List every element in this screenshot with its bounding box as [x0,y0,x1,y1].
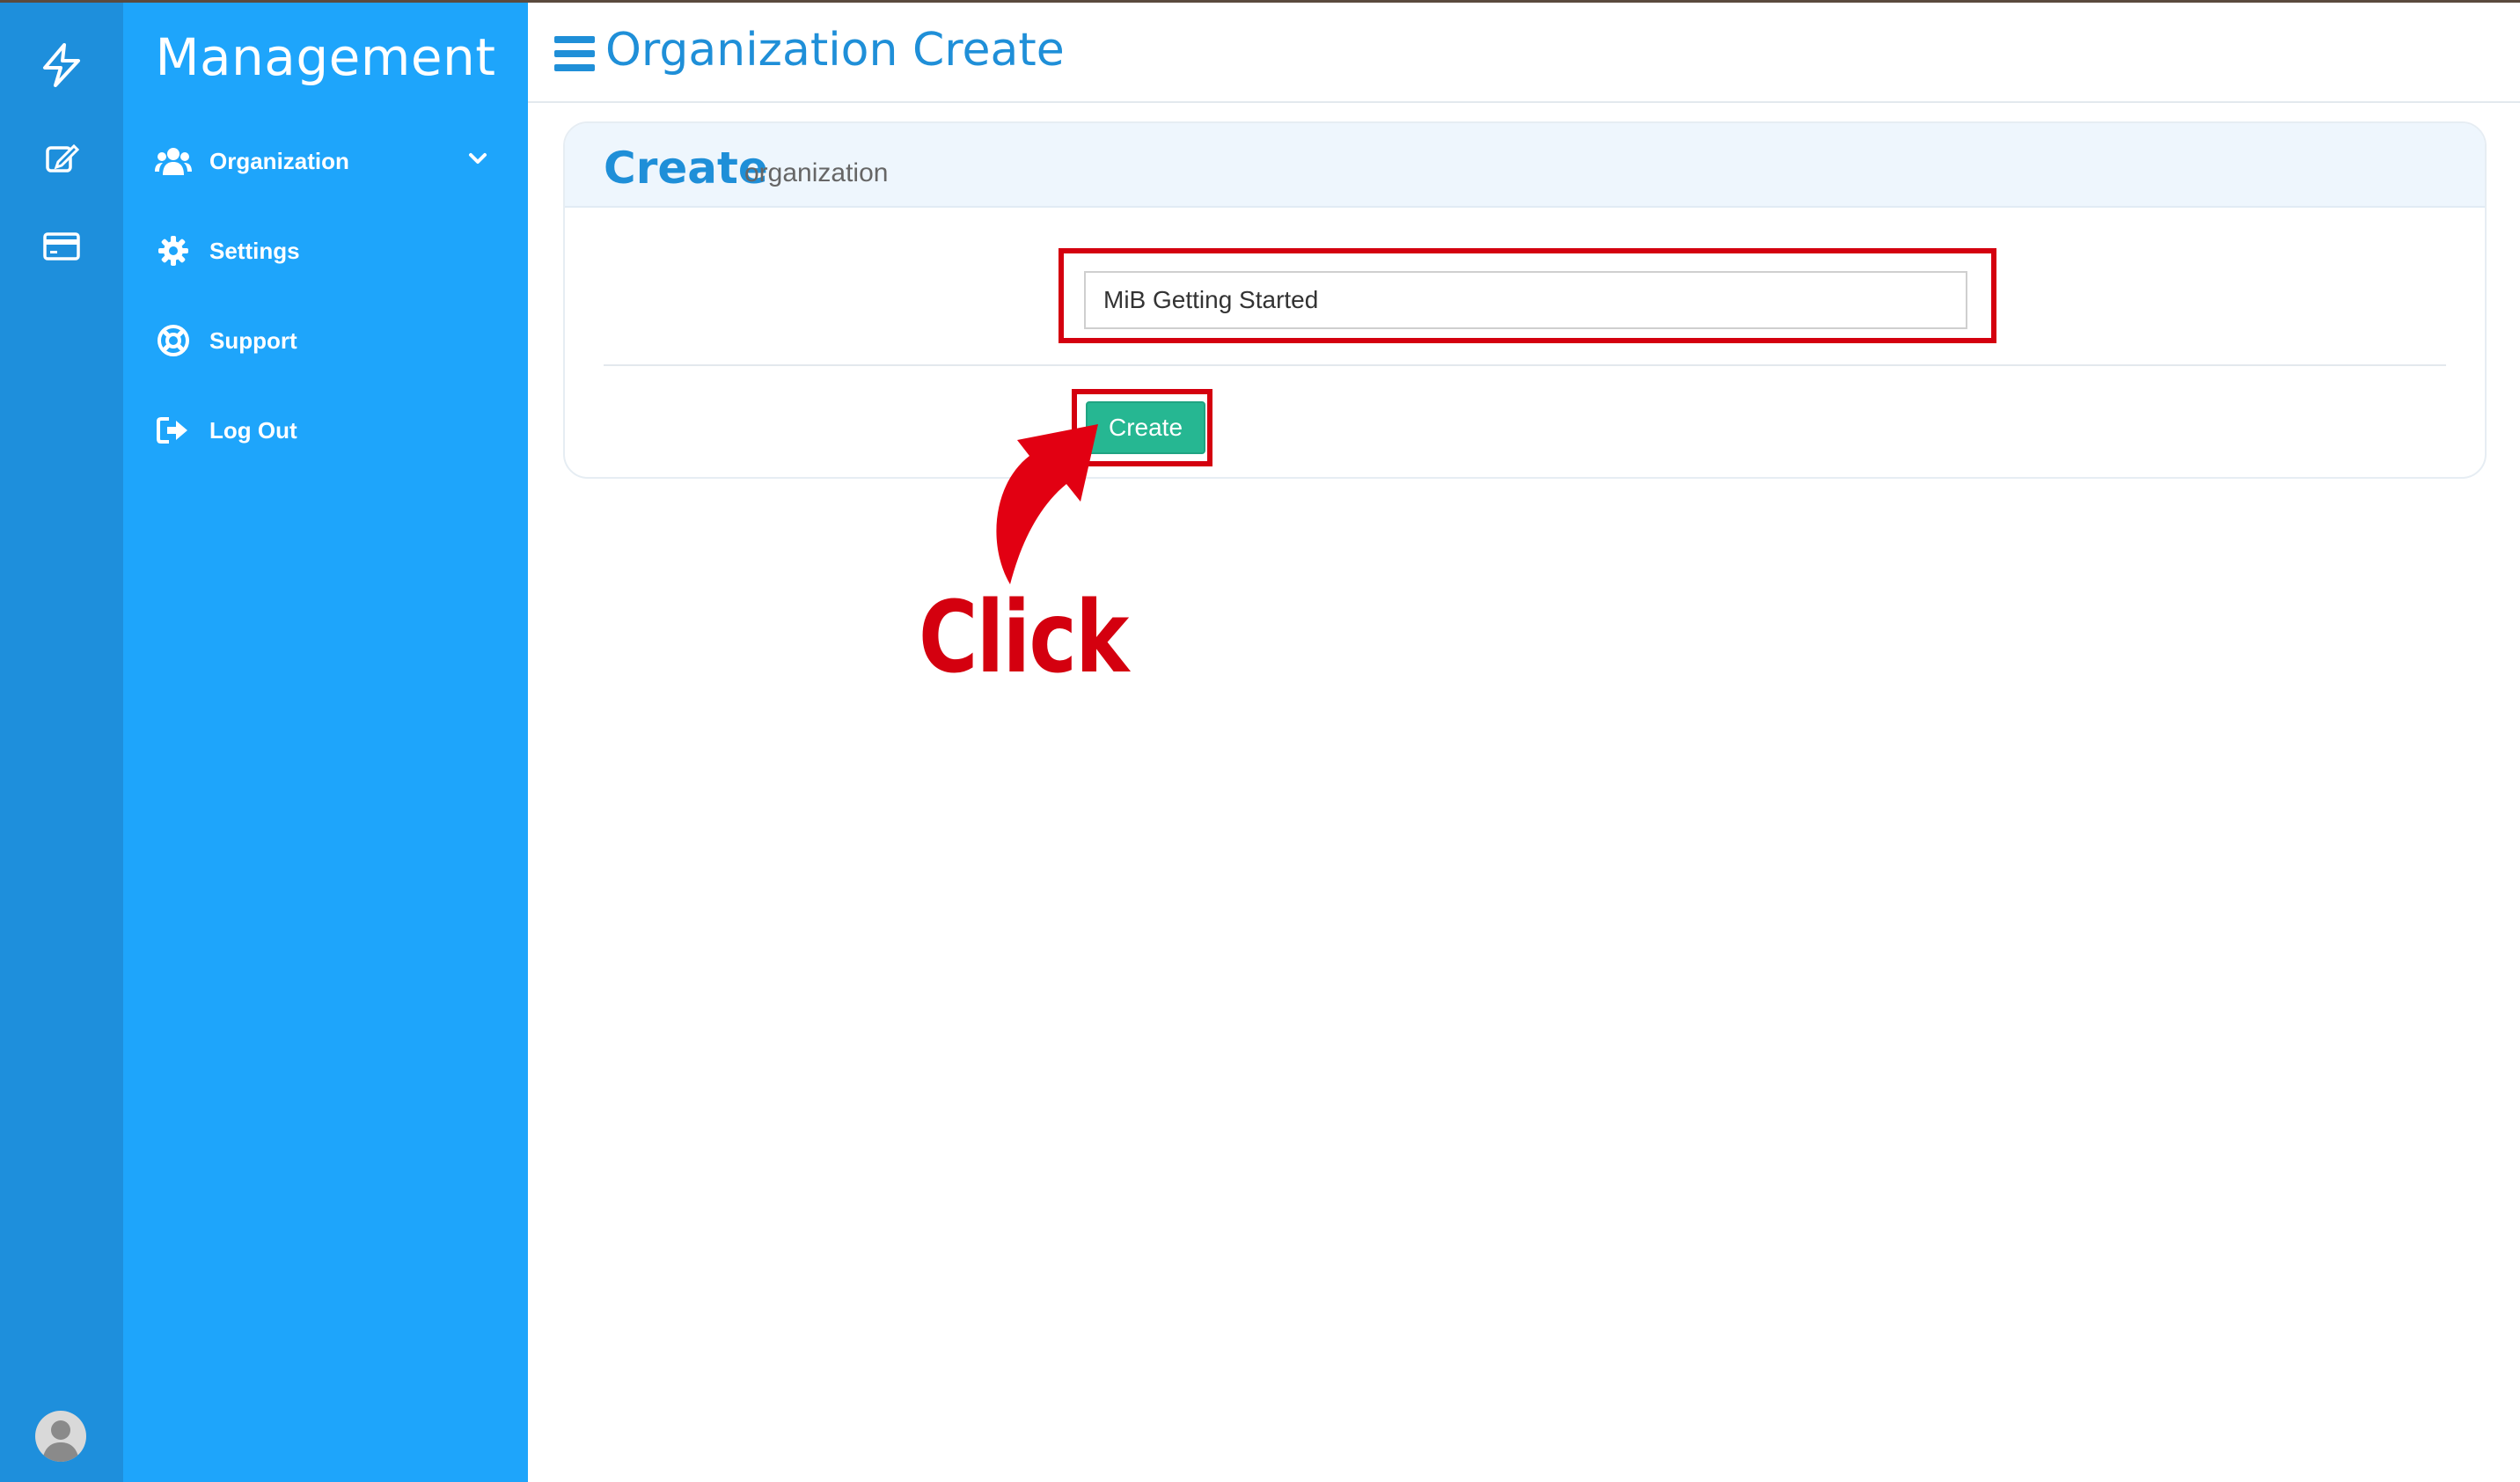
sign-out-icon [155,412,192,449]
input-highlight-box [1059,248,1996,343]
sidebar-item-label: Organization [209,147,349,174]
card-title: Create [604,143,768,194]
card-subtitle: organization [744,158,889,187]
sidebar-item-support[interactable]: Support [155,314,507,367]
page-title: Organization Create [605,24,1065,77]
brand-title: Management [155,27,496,87]
sidebar-item-logout[interactable]: Log Out [155,404,507,457]
sidebar-item-label: Settings [209,237,300,264]
chevron-down-icon[interactable] [466,147,489,176]
sidebar-item-label: Log Out [209,416,297,444]
icon-rail [0,3,123,1482]
page-header: Organization Create [528,3,2520,103]
user-avatar[interactable] [35,1411,86,1462]
lifebuoy-icon [155,322,192,359]
click-callout: Click [919,581,1129,695]
form-divider [604,364,2446,366]
sidebar-item-settings[interactable]: Settings [155,224,507,277]
bolt-icon[interactable] [0,34,123,96]
sidebar-item-organization[interactable]: Organization [155,135,507,187]
sidebar-item-label: Support [209,326,297,354]
card-header: Create organization [565,123,2485,208]
gear-icon [155,232,192,269]
credit-card-icon[interactable] [0,216,123,277]
hamburger-menu-icon[interactable] [554,36,595,76]
curved-arrow-icon [996,424,1098,584]
edit-icon[interactable] [0,128,123,189]
sidebar: Management Organization Settings Support… [123,3,528,1482]
users-icon [155,143,192,180]
